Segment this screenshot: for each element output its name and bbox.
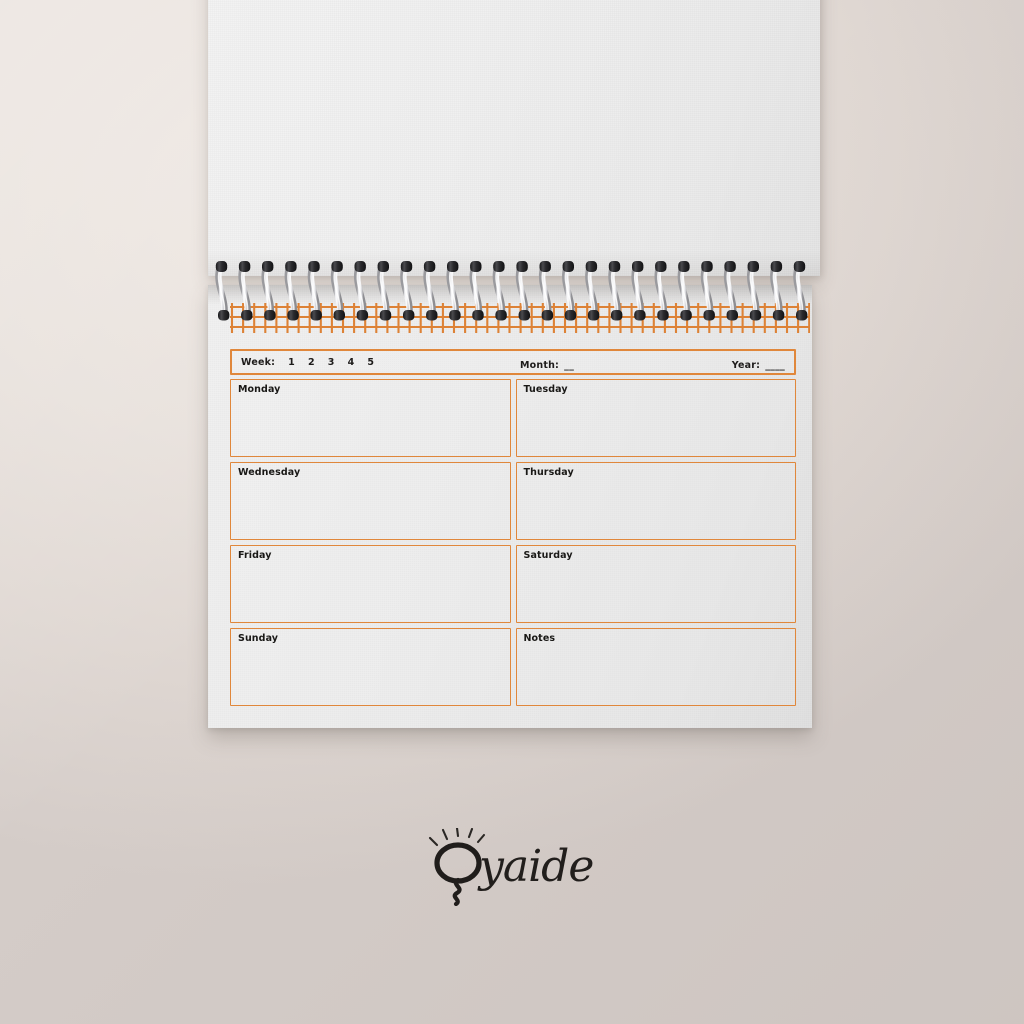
day-cell-tuesday[interactable]: Tuesday	[515, 379, 796, 457]
week-number-1[interactable]: 1	[288, 357, 295, 368]
lower-page-top-shadow	[208, 285, 812, 305]
notepad-upper-page	[208, 0, 820, 276]
year-blank[interactable]: ____	[765, 360, 785, 371]
day-cell-sunday[interactable]: Sunday	[230, 628, 511, 706]
day-label: Monday	[238, 384, 281, 395]
notepad-lower-page: Week: 1 2 3 4 5 Month: __ Year: ____ Mon…	[208, 285, 812, 728]
day-label: Friday	[238, 550, 272, 561]
year-field[interactable]: Year: ____	[732, 353, 785, 372]
planner-header-row: Week: 1 2 3 4 5 Month: __ Year: ____	[230, 349, 796, 375]
day-cell-wednesday[interactable]: Wednesday	[230, 462, 511, 540]
month-blank[interactable]: __	[564, 360, 574, 371]
year-label: Year:	[731, 359, 761, 371]
week-label: Week:	[241, 356, 276, 368]
day-label: Thursday	[523, 467, 574, 478]
day-cell-notes[interactable]: Notes	[515, 628, 796, 706]
planner-table: Week: 1 2 3 4 5 Month: __ Year: ____ Mon…	[230, 349, 796, 706]
week-number-5[interactable]: 5	[367, 357, 374, 368]
week-number-4[interactable]: 4	[348, 357, 355, 368]
upper-page-edge-shadow	[208, 250, 820, 276]
day-cell-grid: Monday Tuesday Wednesday Thursday Friday…	[230, 379, 796, 706]
notes-label: Notes	[523, 633, 556, 644]
day-cell-monday[interactable]: Monday	[230, 379, 511, 457]
week-selector[interactable]: Week: 1 2 3 4 5	[241, 357, 374, 368]
poster-canvas: Week: 1 2 3 4 5 Month: __ Year: ____ Mon…	[0, 0, 1024, 1024]
day-cell-friday[interactable]: Friday	[230, 545, 511, 623]
week-number-3[interactable]: 3	[328, 357, 335, 368]
day-label: Tuesday	[523, 384, 568, 395]
paper-texture-upper	[208, 0, 820, 276]
day-cell-saturday[interactable]: Saturday	[515, 545, 796, 623]
oyaide-logo: yaide	[428, 828, 594, 906]
day-label: Saturday	[523, 550, 573, 561]
lightbulb-icon	[434, 842, 482, 906]
day-label: Wednesday	[238, 467, 301, 478]
orange-grid-band	[230, 303, 810, 333]
day-cell-thursday[interactable]: Thursday	[515, 462, 796, 540]
brand-wordmark: yaide	[477, 841, 593, 892]
month-field[interactable]: Month: __	[520, 353, 574, 372]
month-label: Month:	[520, 359, 560, 371]
day-label: Sunday	[238, 633, 279, 644]
week-number-2[interactable]: 2	[308, 357, 315, 368]
brand-logo: yaide	[0, 828, 1024, 906]
